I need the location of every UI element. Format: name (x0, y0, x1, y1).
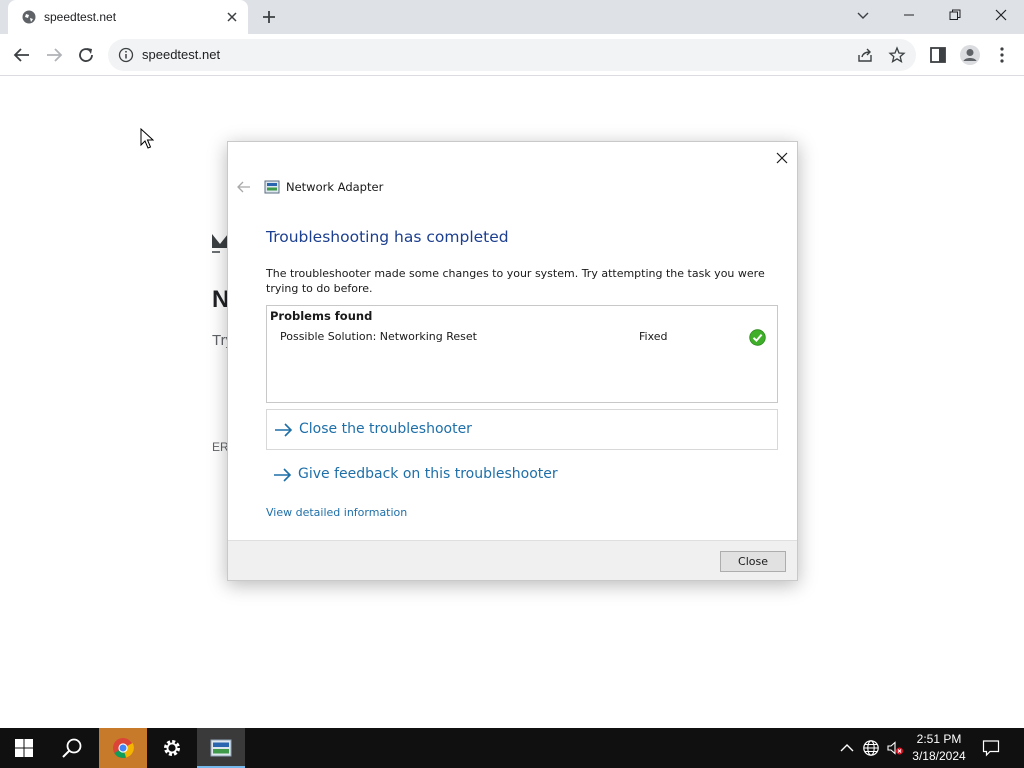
minimize-button[interactable] (886, 0, 932, 30)
profile-avatar-icon[interactable] (958, 43, 982, 67)
notification-icon[interactable] (982, 739, 1000, 757)
close-troubleshooter-link[interactable]: Close the troubleshooter (266, 409, 778, 450)
right-arrow-icon (274, 468, 292, 482)
dialog-footer: Close (228, 540, 797, 580)
network-globe-icon[interactable] (862, 739, 880, 757)
close-troubleshooter-label: Close the troubleshooter (299, 421, 472, 437)
windows-logo-icon (15, 739, 33, 757)
problem-name: Possible Solution: Networking Reset (280, 330, 477, 343)
reload-icon[interactable] (74, 43, 98, 67)
clock-date: 3/18/2024 (912, 749, 966, 763)
close-icon[interactable] (774, 150, 790, 166)
troubleshooter-dialog: Network Adapter Troubleshooting has comp… (227, 141, 798, 581)
search-button[interactable] (48, 728, 96, 768)
back-arrow-icon[interactable] (236, 180, 252, 194)
close-window-button[interactable] (978, 0, 1024, 30)
new-tab-icon[interactable] (260, 8, 278, 26)
tab-title: speedtest.net (44, 10, 117, 24)
clock-time: 2:51 PM (916, 732, 962, 746)
mouse-cursor-icon (140, 128, 154, 149)
close-button[interactable]: Close (720, 551, 786, 572)
tab-search-button[interactable] (840, 0, 886, 30)
problem-row[interactable]: Possible Solution: Networking Reset Fixe… (267, 328, 777, 348)
taskbar-troubleshooter[interactable] (197, 728, 245, 768)
minimize-icon (904, 14, 914, 16)
address-bar[interactable]: speedtest.net (108, 39, 916, 71)
url-text[interactable]: speedtest.net (142, 47, 220, 62)
side-panel-icon[interactable] (926, 43, 950, 67)
close-tab-icon[interactable] (224, 9, 240, 25)
browser-tab[interactable]: speedtest.net (8, 0, 248, 34)
search-icon (62, 738, 82, 758)
taskbar-settings[interactable] (148, 728, 196, 768)
browser-toolbar: speedtest.net (0, 34, 1024, 76)
view-detailed-information-link[interactable]: View detailed information (266, 506, 407, 519)
close-icon (995, 9, 1007, 21)
restore-icon (949, 9, 961, 20)
problem-status: Fixed (639, 330, 668, 343)
dialog-description: The troubleshooter made some changes to … (266, 267, 765, 295)
give-feedback-label: Give feedback on this troubleshooter (298, 466, 558, 482)
taskbar: 2:51 PM 3/18/2024 (0, 728, 1024, 768)
chevron-down-icon (857, 12, 869, 19)
tab-strip: speedtest.net (0, 0, 1024, 34)
share-icon[interactable] (856, 46, 874, 64)
bookmark-star-icon[interactable] (888, 46, 906, 64)
back-arrow-icon[interactable] (10, 43, 34, 67)
problems-header: Problems found (270, 309, 373, 323)
dialog-heading: Troubleshooting has completed (266, 228, 509, 246)
start-button[interactable] (0, 728, 48, 768)
site-info-icon[interactable] (118, 47, 134, 63)
globe-icon (22, 10, 36, 24)
forward-arrow-icon[interactable] (42, 43, 66, 67)
chevron-up-icon[interactable] (838, 739, 856, 757)
taskbar-chrome[interactable] (99, 728, 147, 768)
fixed-check-icon (749, 329, 766, 346)
menu-kebab-icon[interactable] (990, 43, 1014, 67)
restore-button[interactable] (932, 0, 978, 30)
dialog-app-title: Network Adapter (286, 180, 384, 194)
problems-found-box: Problems found Possible Solution: Networ… (266, 305, 778, 403)
right-arrow-icon (275, 423, 293, 437)
gear-icon (164, 740, 180, 756)
network-adapter-icon (264, 180, 280, 194)
chrome-icon (113, 738, 134, 758)
speaker-muted-icon[interactable] (886, 739, 904, 757)
taskbar-clock[interactable]: 2:51 PM 3/18/2024 (906, 731, 972, 765)
give-feedback-link[interactable]: Give feedback on this troubleshooter (266, 455, 778, 496)
network-adapter-icon (210, 739, 232, 757)
